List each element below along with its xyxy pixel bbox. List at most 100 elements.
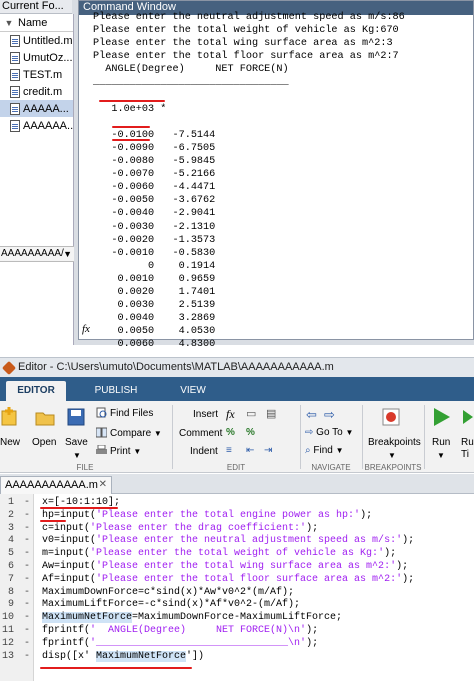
comment-percent-icon[interactable]: % — [226, 427, 235, 438]
new-button[interactable]: New — [0, 407, 22, 459]
chevron-down-icon[interactable]: ▼ — [63, 247, 72, 261]
indent-button[interactable]: Indent — [190, 446, 218, 457]
uncomment-icon[interactable]: % — [246, 427, 255, 438]
breakpoint-marker[interactable]: - — [24, 587, 30, 598]
line-number[interactable]: 2 — [0, 510, 14, 521]
code-line[interactable]: c=input('Please enter the drag coefficie… — [42, 523, 318, 534]
insert-function-icon[interactable]: fx — [226, 407, 235, 422]
smart-indent-icon[interactable]: ≡ — [226, 445, 232, 456]
command-output-line: 0.0020 1.7401 — [93, 286, 216, 298]
code-line[interactable]: fprintf('_______________________________… — [42, 638, 318, 649]
breakpoints-dropdown-icon[interactable]: ▼ — [388, 451, 396, 460]
compare-button[interactable]: Compare ▼ — [96, 427, 162, 439]
command-window[interactable]: Command Window Please enter the neutral … — [78, 0, 474, 350]
comment-button[interactable]: Comment — [179, 428, 222, 439]
code-line[interactable]: Aw=input('Please enter the total wing su… — [42, 561, 408, 572]
current-folder-header[interactable]: Current Fo... — [0, 0, 72, 14]
folder-path-field[interactable]: AAAAAAAAA/ ▼ — [0, 246, 74, 262]
file-list-item[interactable]: AAAAAA... — [0, 117, 73, 134]
insert-button[interactable]: Insert — [193, 409, 218, 420]
insert-text-icon[interactable]: ▤ — [266, 407, 276, 420]
run-dropdown-icon[interactable]: ▼ — [437, 451, 445, 460]
fx-prompt-icon[interactable]: fx — [82, 323, 90, 335]
breakpoint-marker[interactable]: - — [24, 497, 30, 508]
code-line[interactable]: v0=input('Please enter the neutral adjus… — [42, 535, 414, 546]
file-list-item[interactable]: credit.m — [0, 83, 73, 100]
breakpoint-marker[interactable]: - — [24, 548, 30, 559]
line-number[interactable]: 4 — [0, 535, 14, 546]
line-number[interactable]: 11 — [0, 625, 14, 636]
save-dropdown-icon[interactable]: ▼ — [73, 451, 81, 460]
file-list-item[interactable]: UmutOz... — [0, 49, 73, 66]
breakpoint-marker[interactable]: - — [24, 510, 30, 521]
code-line[interactable]: hp=input('Please enter the total engine … — [42, 510, 372, 521]
code-line[interactable]: Af=input('Please enter the total floor s… — [42, 574, 414, 585]
breakpoint-marker[interactable]: - — [24, 561, 30, 572]
find-dropdown-icon[interactable]: ▼ — [336, 446, 344, 455]
code-token: ); — [306, 625, 319, 636]
document-tab[interactable]: AAAAAAAAAAA.m ✕ — [0, 476, 112, 494]
line-number[interactable]: 1 — [0, 497, 14, 508]
code-line[interactable]: disp([x' MaximumNetForce']) — [42, 650, 204, 662]
run-label: Run — [432, 437, 451, 448]
decrease-indent-icon[interactable]: ⇤ — [246, 445, 254, 456]
file-list-item[interactable]: TEST.m — [0, 66, 73, 83]
forward-arrow-icon[interactable]: ⇨ — [324, 407, 335, 423]
line-number[interactable]: 12 — [0, 638, 14, 649]
breakpoint-marker[interactable]: - — [24, 612, 30, 623]
code-line[interactable]: m=input('Please enter the total weight o… — [42, 548, 396, 559]
code-line[interactable]: fprintf(' ANGLE(Degree) NET FORCE(N)\n')… — [42, 625, 318, 636]
open-button[interactable]: Open — [30, 407, 60, 459]
code-token: m=input( — [42, 548, 91, 560]
compare-dropdown-icon[interactable]: ▼ — [154, 429, 162, 438]
tab-editor[interactable]: EDITOR — [6, 381, 66, 401]
find-button[interactable]: ⌕ Find ▼ — [305, 445, 344, 456]
command-output-line: -0.0030 -2.1310 — [93, 221, 216, 233]
line-number[interactable]: 13 — [0, 651, 14, 662]
breakpoint-marker[interactable]: - — [24, 625, 30, 636]
breakpoint-marker[interactable]: - — [24, 638, 30, 649]
breakpoints-button[interactable]: Breakpoints ▼ — [366, 407, 421, 461]
line-number[interactable]: 6 — [0, 561, 14, 572]
code-line[interactable]: MaximumDownForce=c*sind(x)*Aw*v0^2*(m/Af… — [42, 587, 294, 598]
print-button[interactable]: Print ▼ — [96, 445, 141, 457]
tab-view[interactable]: VIEW — [168, 381, 218, 401]
line-number[interactable]: 5 — [0, 548, 14, 559]
line-number[interactable]: 7 — [0, 574, 14, 585]
annotation-underline — [40, 520, 66, 522]
run-advance-button[interactable]: Ru Ti — [458, 407, 474, 461]
print-dropdown-icon[interactable]: ▼ — [133, 447, 141, 456]
line-number[interactable]: 8 — [0, 587, 14, 598]
goto-dropdown-icon[interactable]: ▼ — [345, 428, 353, 437]
run-button[interactable]: Run ▼ — [428, 407, 454, 461]
file-list-header[interactable]: ▼ Name — [0, 14, 73, 32]
m-file-icon — [10, 119, 20, 132]
save-button[interactable]: Save ▼ — [63, 407, 91, 460]
code-line[interactable]: MaximumNetForce=MaximumDownForce-Maximum… — [42, 612, 342, 624]
command-output-line: -0.0070 -5.2166 — [93, 169, 216, 181]
goto-button[interactable]: ⇨ Go To ▼ — [305, 427, 353, 438]
breakpoint-marker[interactable]: - — [24, 535, 30, 546]
insert-section-icon[interactable]: ▭ — [246, 407, 256, 420]
code-line[interactable]: MaximumLiftForce=-c*sind(x)*Af*v0^2-(m/A… — [42, 599, 300, 610]
line-number[interactable]: 9 — [0, 599, 14, 610]
name-column-header[interactable]: Name — [18, 17, 47, 29]
file-name: AAAAAA... — [23, 119, 73, 132]
breakpoint-marker[interactable]: - — [24, 523, 30, 534]
close-icon[interactable]: ✕ — [99, 477, 107, 493]
line-number[interactable]: 10 — [0, 612, 14, 623]
find-files-button[interactable]: Find Files — [96, 407, 153, 419]
tab-publish[interactable]: PUBLISH — [88, 381, 144, 401]
breakpoint-marker[interactable]: - — [24, 651, 30, 662]
increase-indent-icon[interactable]: ⇥ — [264, 445, 272, 456]
sort-arrow-icon[interactable]: ▼ — [0, 18, 18, 28]
breakpoint-marker[interactable]: - — [24, 599, 30, 610]
editor-title-bar[interactable]: Editor - C:\Users\umuto\Documents\MATLAB… — [0, 357, 474, 377]
file-list-item[interactable]: AAAAA... — [0, 100, 73, 117]
file-list-item[interactable]: Untitled.m — [0, 32, 73, 49]
code-editor[interactable]: 1-2-3-4-5-6-7-8-9-10-11-12-13- x=[-10:1:… — [0, 494, 474, 681]
breakpoint-marker[interactable]: - — [24, 574, 30, 585]
string-literal: 'Please enter the total engine power as … — [96, 509, 361, 521]
back-arrow-icon[interactable]: ⇦ — [306, 407, 317, 423]
line-number[interactable]: 3 — [0, 523, 14, 534]
